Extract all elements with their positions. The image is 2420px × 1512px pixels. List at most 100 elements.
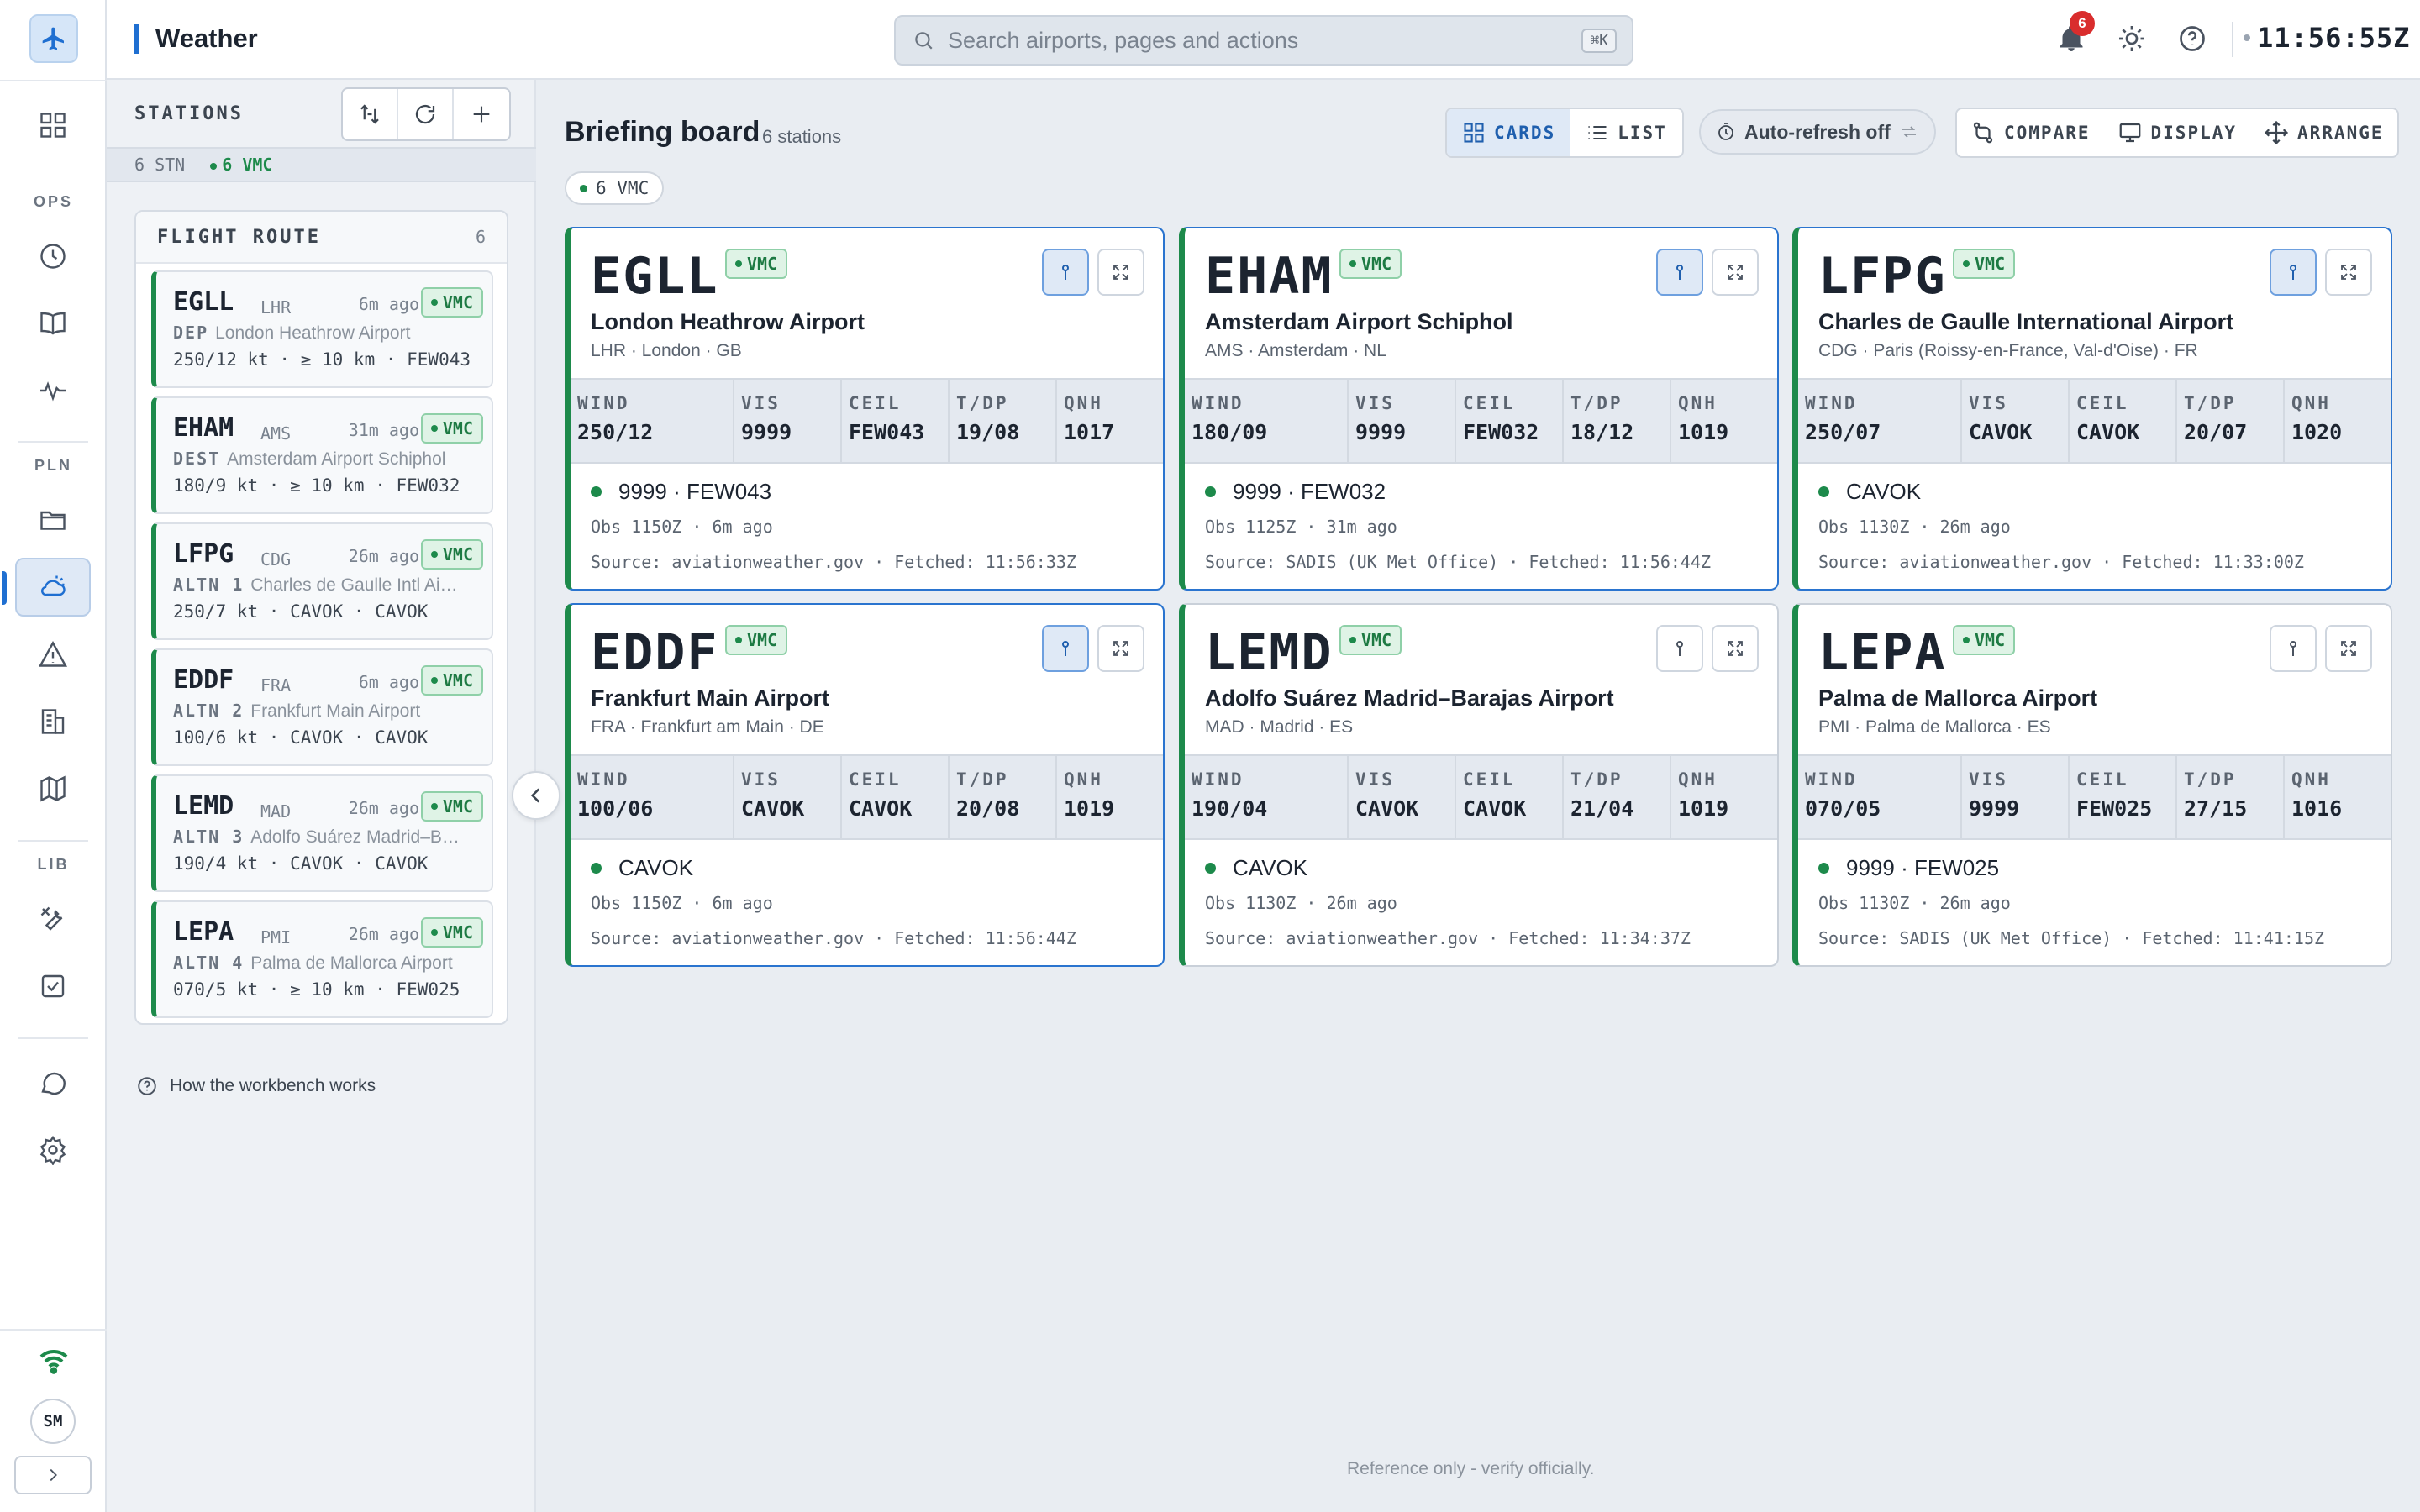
metar-label: CEIL bbox=[1463, 393, 1516, 413]
route-item-name: Palma de Mallorca Airport bbox=[250, 953, 453, 973]
stations-title: STATIONS bbox=[134, 103, 244, 124]
rail-item-weather[interactable] bbox=[2, 558, 91, 617]
station-card-eddf[interactable]: EDDF VMC Frankfurt Main Airport FRA · Frank… bbox=[565, 603, 1165, 967]
status-badge-label: VMC bbox=[747, 254, 778, 274]
station-card-egll[interactable]: EGLL VMC London Heathrow Airport LHR · Lond… bbox=[565, 227, 1165, 591]
rail-item-library[interactable] bbox=[15, 294, 91, 353]
expand-button[interactable] bbox=[1712, 249, 1759, 296]
rail-item-settings[interactable] bbox=[15, 1121, 91, 1179]
avatar[interactable]: SM bbox=[30, 1399, 76, 1444]
expand-button[interactable] bbox=[1712, 625, 1759, 672]
metar-label: T/DP bbox=[2184, 393, 2237, 413]
auto-refresh-toggle[interactable]: Auto-refresh off bbox=[1699, 109, 1936, 155]
metar-value: FEW043 bbox=[849, 420, 925, 444]
app-logo[interactable] bbox=[29, 14, 78, 63]
rail-item-dashboard[interactable] bbox=[15, 96, 91, 155]
rail-item-tools[interactable] bbox=[15, 890, 91, 948]
tools-icon bbox=[40, 906, 63, 931]
expand-button[interactable] bbox=[1097, 249, 1144, 296]
flight-category-dot bbox=[1818, 486, 1829, 497]
rail-item-files[interactable] bbox=[15, 491, 91, 549]
status-badge-label: VMC bbox=[1975, 630, 2006, 650]
display-label: DISPLAY bbox=[2150, 123, 2238, 143]
vmc-filter-chip[interactable]: 6 VMC bbox=[565, 171, 665, 205]
pin-button[interactable] bbox=[1656, 249, 1703, 296]
status-badge-label: VMC bbox=[1361, 630, 1392, 650]
card-observation: Obs 1130Z · 26m ago bbox=[1818, 893, 2011, 913]
expand-icon bbox=[2341, 265, 2356, 280]
card-source: Source: SADIS (UK Met Office) · Fetched:… bbox=[1205, 552, 1712, 572]
route-item-icao: EDDF bbox=[173, 665, 234, 695]
expand-button[interactable] bbox=[2325, 625, 2372, 672]
station-card-lfpg[interactable]: LFPG VMC Charles de Gaulle International A… bbox=[1792, 227, 2392, 591]
rail-divider bbox=[18, 441, 88, 443]
flight-category-dot bbox=[591, 863, 602, 874]
clock-icon bbox=[40, 244, 66, 269]
reorder-button[interactable] bbox=[343, 89, 398, 139]
compare-label: COMPARE bbox=[2004, 123, 2091, 143]
route-item-lfpg[interactable]: LFPG CDG 26m ago VMC ALTN 1 Charles de Gaulle… bbox=[151, 522, 493, 640]
help-link[interactable]: How the workbench works bbox=[136, 1075, 376, 1097]
metar-cell-ceil: CEIL FEW032 bbox=[1456, 380, 1564, 462]
search-input[interactable]: Search airports, pages and actions ⌘K bbox=[894, 15, 1634, 66]
card-location: AMS · Amsterdam · NL bbox=[1205, 341, 1386, 360]
rail-item-chat[interactable] bbox=[15, 1053, 91, 1112]
card-weather-summary: CAVOK bbox=[1818, 479, 1921, 505]
metar-value: 180/09 bbox=[1192, 420, 1268, 444]
add-station-button[interactable] bbox=[454, 89, 509, 139]
theme-toggle-icon[interactable] bbox=[2117, 24, 2147, 54]
expand-rail-button[interactable] bbox=[14, 1456, 92, 1494]
help-icon[interactable] bbox=[2177, 24, 2207, 54]
rail-item-map[interactable] bbox=[15, 759, 91, 818]
rail-item-airports[interactable] bbox=[15, 692, 91, 751]
pin-button[interactable] bbox=[1042, 249, 1089, 296]
building-icon bbox=[41, 709, 65, 734]
expand-button[interactable] bbox=[1097, 625, 1144, 672]
expand-button[interactable] bbox=[2325, 249, 2372, 296]
flight-category-dot bbox=[1205, 486, 1216, 497]
card-airport-name: Adolfo Suárez Madrid–Barajas Airport bbox=[1205, 685, 1614, 711]
station-count: 6 STN bbox=[134, 155, 186, 175]
display-button[interactable]: DISPLAY bbox=[2104, 109, 2251, 156]
route-item-eddf[interactable]: EDDF FRA 6m ago VMC ALTN 2 Frankfurt Main Air… bbox=[151, 648, 493, 766]
card-weather-summary: 9999 · FEW032 bbox=[1205, 479, 1386, 505]
route-item-eham[interactable]: EHAM AMS 31m ago VMC DEST Amsterdam Airport S… bbox=[151, 396, 493, 514]
view-list-button[interactable]: LIST bbox=[1570, 109, 1682, 156]
pin-button[interactable] bbox=[2270, 249, 2317, 296]
view-cards-button[interactable]: CARDS bbox=[1447, 109, 1571, 156]
route-item-lepa[interactable]: LEPA PMI 26m ago VMC ALTN 4 Palma de Mallorca… bbox=[151, 900, 493, 1018]
station-card-lepa[interactable]: LEPA VMC Palma de Mallorca Airport PMI · Pa… bbox=[1792, 603, 2392, 967]
route-item-egll[interactable]: EGLL LHR 6m ago VMC DEP London Heathrow Airpo… bbox=[151, 270, 493, 388]
station-card-lemd[interactable]: LEMD VMC Adolfo Suárez Madrid–Barajas Airp… bbox=[1179, 603, 1779, 967]
metar-grid: WIND 190/04 VIS CAVOK CEIL CAVOK T/DP 21/04 QNH 1… bbox=[1185, 754, 1777, 840]
compare-button[interactable]: COMPARE bbox=[1957, 109, 2104, 156]
metar-label: T/DP bbox=[2184, 769, 2237, 790]
status-badge: VMC bbox=[420, 917, 483, 948]
card-icao: LEMD bbox=[1205, 623, 1334, 682]
route-item-iata: MAD bbox=[260, 801, 292, 822]
collapse-panel-button[interactable] bbox=[512, 771, 560, 820]
metar-value: CAVOK bbox=[849, 796, 913, 821]
pin-button[interactable] bbox=[2270, 625, 2317, 672]
card-icao: EHAM bbox=[1205, 247, 1334, 306]
chevron-left-icon bbox=[530, 788, 540, 803]
route-item-icao: EHAM bbox=[173, 413, 234, 443]
station-card-eham[interactable]: EHAM VMC Amsterdam Airport Schiphol AMS · A… bbox=[1179, 227, 1779, 591]
metar-cell-ceil: CEIL FEW025 bbox=[2070, 756, 2177, 838]
metar-value: 250/07 bbox=[1805, 420, 1881, 444]
arrange-button[interactable]: ARRANGE bbox=[2250, 109, 2397, 156]
pin-button[interactable] bbox=[1656, 625, 1703, 672]
weather-summary-text: CAVOK bbox=[1846, 479, 1922, 504]
route-item-lemd[interactable]: LEMD MAD 26m ago VMC ALTN 3 Adolfo Suárez Mad… bbox=[151, 774, 493, 892]
rail-item-checklist[interactable] bbox=[15, 957, 91, 1016]
route-item-role: DEP London Heathrow Airport bbox=[173, 323, 488, 344]
route-item-icao: LEMD bbox=[173, 791, 234, 821]
pin-button[interactable] bbox=[1042, 625, 1089, 672]
status-badge: VMC bbox=[1339, 625, 1402, 655]
rail-item-history[interactable] bbox=[15, 227, 91, 286]
rail-item-alerts[interactable] bbox=[15, 625, 91, 684]
metar-value: 21/04 bbox=[1570, 796, 1634, 821]
refresh-button[interactable] bbox=[398, 89, 454, 139]
metar-cell-vis: VIS CAVOK bbox=[734, 756, 842, 838]
rail-item-activity[interactable] bbox=[15, 361, 91, 420]
